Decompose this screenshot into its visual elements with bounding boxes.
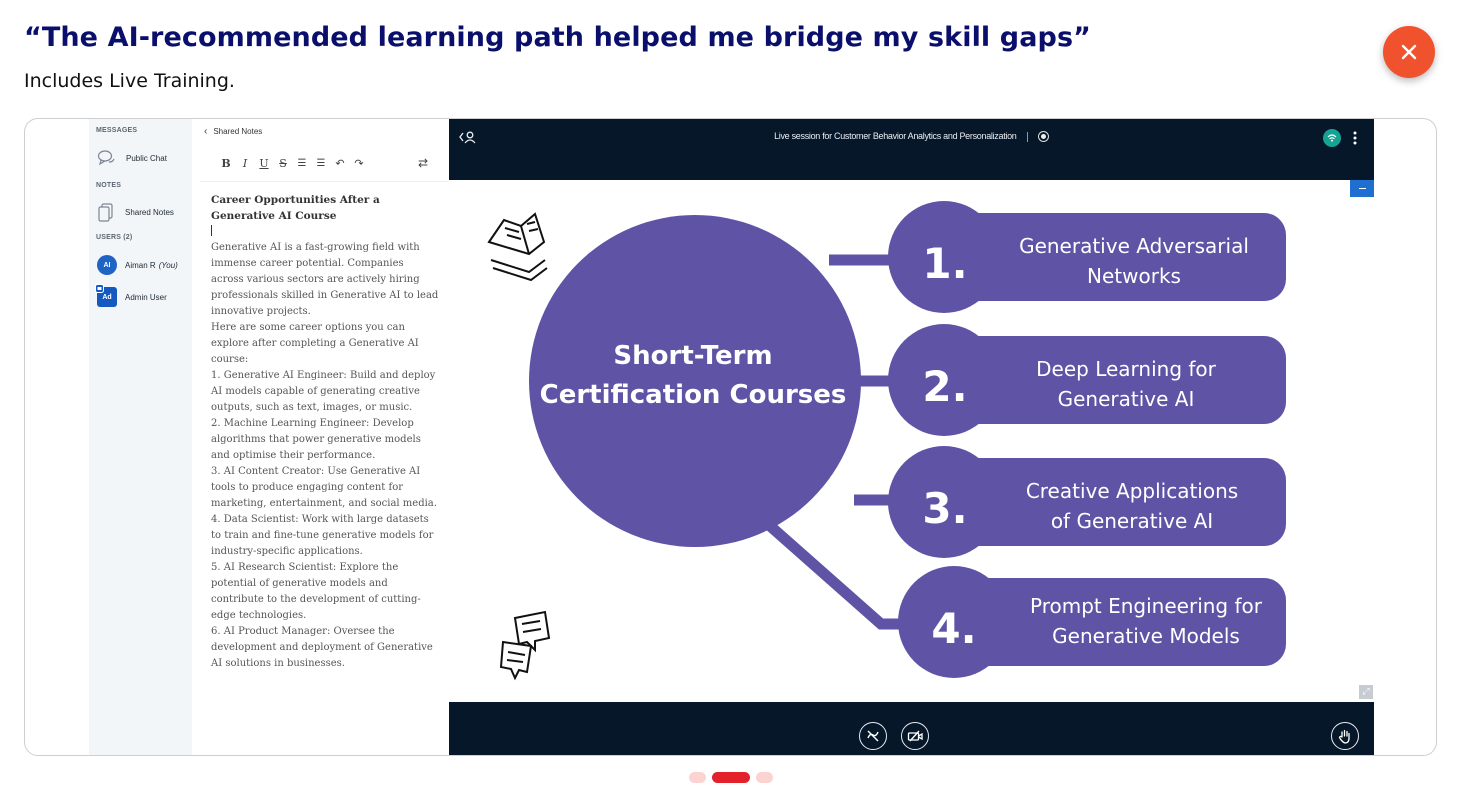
raise-hand-button[interactable] <box>1331 722 1359 750</box>
user-item[interactable]: AI Aiman R (You) <box>97 255 178 275</box>
notes-heading: NOTES <box>96 182 122 189</box>
shared-notes-panel: ‹ Shared Notes B I U S ☰ ☰ ↶ ↷ ⇄ Career … <box>192 119 450 755</box>
divider <box>1026 131 1028 142</box>
ordered-list-icon[interactable]: ☰ <box>296 158 308 169</box>
public-chat-label: Public Chat <box>126 153 167 163</box>
meeting-sidebar: MESSAGES Public Chat NOTES Shared Notes … <box>89 119 193 755</box>
presentation-stage: Live session for Customer Behavior Analy… <box>449 119 1374 755</box>
course-title-line2: of Generative AI <box>1051 509 1213 533</box>
session-title: Live session for Customer Behavior Analy… <box>774 131 1017 141</box>
course-number: 1. <box>922 239 967 288</box>
divider <box>200 181 449 182</box>
course-item-3: 3. Creative Applications of Generative A… <box>888 446 1286 558</box>
user-name: Aiman R <box>125 260 156 270</box>
meeting-screenshot: MESSAGES Public Chat NOTES Shared Notes … <box>89 119 1374 755</box>
avatar: Ad <box>95 284 117 307</box>
course-item-4: 4. Prompt Engineering for Generative Mod… <box>898 566 1286 678</box>
mute-button[interactable] <box>859 722 887 750</box>
carousel-dot-1[interactable] <box>689 772 706 783</box>
close-button[interactable] <box>1383 26 1435 78</box>
testimonial-subtitle: Includes Live Training. <box>24 70 235 92</box>
chat-bubbles-icon <box>499 610 551 681</box>
video-off-icon <box>907 730 923 742</box>
notes-icon <box>98 203 113 222</box>
connection-status-icon[interactable] <box>1323 129 1341 147</box>
notes-back-button[interactable]: ‹ Shared Notes <box>204 126 262 137</box>
more-options-icon[interactable] <box>1352 130 1358 146</box>
course-title-line1: Generative Adversarial <box>1019 234 1249 258</box>
mute-icon <box>867 730 879 742</box>
chevron-left-icon: ‹ <box>204 126 208 137</box>
testimonial-quote: “The AI-recommended learning path helped… <box>24 22 1091 53</box>
user-tag: (You) <box>158 260 178 270</box>
moderator-badge-icon <box>95 284 104 293</box>
users-heading: USERS (2) <box>96 234 133 241</box>
course-title-line2: Generative AI <box>1058 387 1195 411</box>
course-title-line2: Generative Models <box>1052 624 1240 648</box>
raise-hand-icon <box>1338 729 1350 744</box>
messages-heading: MESSAGES <box>96 127 138 134</box>
course-number: 3. <box>922 484 967 533</box>
carousel-dot-2[interactable] <box>712 772 750 783</box>
notes-panel-title: Shared Notes <box>213 127 263 136</box>
bold-icon[interactable]: B <box>220 157 232 170</box>
screenshot-frame: MESSAGES Public Chat NOTES Shared Notes … <box>24 118 1437 756</box>
course-number: 4. <box>931 604 976 653</box>
public-chat-item[interactable]: Public Chat <box>97 149 167 167</box>
course-title-line1: Deep Learning for <box>1036 357 1217 381</box>
course-item-1: 1. Generative Adversarial Networks <box>888 201 1286 313</box>
avatar-initials: Ad <box>102 293 112 301</box>
user-item[interactable]: Ad Admin User <box>95 284 167 307</box>
center-title-line1: Short-Term <box>613 341 772 371</box>
bullet-list-icon[interactable]: ☰ <box>315 158 327 169</box>
close-icon <box>1401 44 1417 60</box>
chat-icon <box>97 150 115 166</box>
record-icon[interactable] <box>1037 131 1049 143</box>
swap-icon[interactable]: ⇄ <box>418 156 428 170</box>
text-cursor <box>211 225 212 236</box>
video-button[interactable] <box>901 722 929 750</box>
course-number: 2. <box>922 362 967 411</box>
center-title-line2: Certification Courses <box>540 380 847 410</box>
carousel-pagination <box>689 772 779 783</box>
presentation-slide: Short-Term Certification Courses 1. Gene… <box>449 180 1374 702</box>
avatar: AI <box>97 255 117 275</box>
course-item-2: 2. Deep Learning for Generative AI <box>888 324 1286 436</box>
shared-notes-item[interactable]: Shared Notes <box>97 202 174 222</box>
undo-icon[interactable]: ↶ <box>334 157 346 170</box>
session-title-bar: Live session for Customer Behavior Analy… <box>449 131 1374 143</box>
course-title-line1: Creative Applications <box>1026 479 1238 503</box>
notes-document-body[interactable]: Generative AI is a fast-growing field wi… <box>211 240 439 672</box>
carousel-dot-3[interactable] <box>756 772 773 783</box>
notes-document-title: Career Opportunities After a Generative … <box>211 194 380 222</box>
redo-icon[interactable]: ↷ <box>353 157 365 170</box>
underline-icon[interactable]: U <box>258 157 270 170</box>
fullscreen-icon[interactable]: ⤢ <box>1359 685 1373 699</box>
shared-notes-label: Shared Notes <box>125 207 174 217</box>
book-icon <box>487 212 548 282</box>
minimize-slide-button[interactable] <box>1350 180 1374 197</box>
strikethrough-icon[interactable]: S <box>277 157 289 170</box>
notes-toolbar: B I U S ☰ ☰ ↶ ↷ <box>220 157 372 170</box>
course-title-line2: Networks <box>1087 264 1181 288</box>
user-name: Admin User <box>125 292 167 302</box>
italic-icon[interactable]: I <box>239 157 251 170</box>
course-title-line1: Prompt Engineering for <box>1030 594 1263 618</box>
